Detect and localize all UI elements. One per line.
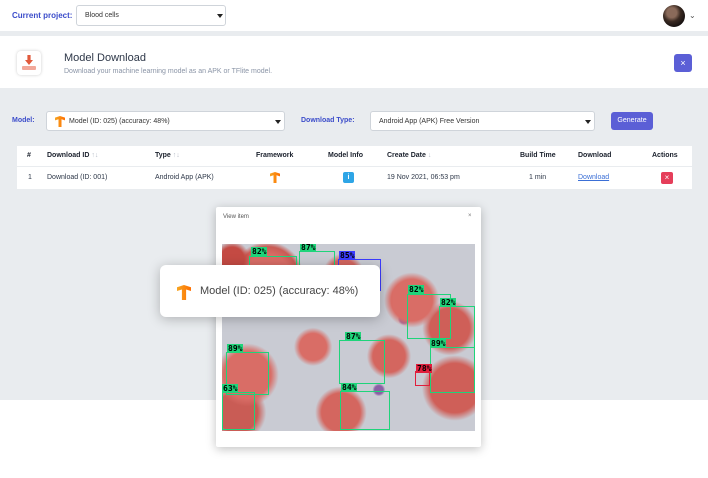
col-num: #: [27, 152, 31, 159]
download-type-label: Download Type:: [301, 117, 355, 124]
detection-label: 82%: [440, 298, 457, 307]
detection-label: 87%: [300, 244, 317, 252]
page-subtitle: Download your machine learning model as …: [64, 68, 273, 75]
col-actions: Actions: [652, 152, 678, 159]
tensorflow-icon: [270, 172, 280, 183]
detection-label: 63%: [222, 384, 239, 393]
sort-icon: ↑↓: [172, 152, 180, 159]
detection-box: [339, 340, 385, 384]
sort-desc-icon: ↓: [427, 152, 432, 159]
detection-box: [415, 371, 430, 386]
generate-button[interactable]: Generate: [611, 112, 653, 130]
col-build-time: Build Time: [520, 152, 556, 159]
model-select[interactable]: Model (ID: 025) (accuracy: 48%): [46, 111, 285, 131]
info-icon[interactable]: i: [343, 172, 354, 183]
row-num: 1: [28, 174, 32, 181]
avatar[interactable]: [663, 5, 685, 27]
chevron-down-icon: [275, 120, 281, 124]
tooltip-text: Model (ID: 025) (accuracy: 48%): [200, 285, 359, 297]
detection-label: 82%: [408, 285, 425, 294]
detection-label: 84%: [341, 383, 358, 392]
detection-label: 89%: [430, 339, 447, 348]
delete-icon[interactable]: ×: [661, 172, 673, 184]
page-title: Model Download: [64, 52, 146, 64]
detection-box: [340, 391, 390, 430]
tensorflow-icon: [177, 285, 191, 300]
table-row: 1 Download (ID: 001) Android App (APK) i…: [17, 167, 692, 189]
detection-label: 87%: [345, 332, 362, 341]
close-button[interactable]: ×: [674, 54, 692, 72]
download-icon: [17, 51, 41, 75]
detection-box: [222, 392, 255, 430]
col-model-info: Model Info: [328, 152, 363, 159]
col-download: Download: [578, 152, 612, 159]
sort-icon: ↑↓: [91, 152, 99, 159]
detection-label: 89%: [227, 344, 244, 353]
download-link[interactable]: Download: [578, 174, 609, 181]
download-type-value: Android App (APK) Free Version: [379, 118, 480, 125]
download-type-select[interactable]: Android App (APK) Free Version: [370, 111, 595, 131]
tensorflow-icon: [55, 116, 65, 127]
current-project-label: Current project:: [12, 11, 73, 20]
model-label: Model:: [12, 117, 35, 124]
table-header: # Download ID ↑↓ Type ↑↓ Framework Model…: [17, 146, 692, 166]
modal-title: View item: [223, 214, 249, 220]
row-type: Android App (APK): [155, 174, 214, 181]
chevron-down-icon[interactable]: ⌄: [689, 11, 696, 20]
row-build-time: 1 min: [529, 174, 547, 181]
project-select-value: Blood cells: [85, 12, 119, 19]
model-select-value: Model (ID: 025) (accuracy: 48%): [69, 118, 170, 125]
detection-box: [430, 347, 475, 393]
col-create-date[interactable]: Create Date ↓: [387, 152, 431, 159]
top-bar: Current project: Blood cells ⌄: [0, 0, 708, 32]
detection-label: 85%: [339, 251, 356, 260]
col-type[interactable]: Type ↑↓: [155, 152, 180, 159]
col-download-id[interactable]: Download ID ↑↓: [47, 152, 98, 159]
view-item-modal: View item × 82% 87% 85% 82% 82% 87% 89% …: [216, 207, 481, 447]
chevron-down-icon: [585, 120, 591, 124]
row-create-date: 19 Nov 2021, 06:53 pm: [387, 174, 460, 181]
project-select[interactable]: Blood cells: [76, 5, 226, 26]
model-tooltip: Model (ID: 025) (accuracy: 48%): [160, 265, 380, 317]
detection-label: 82%: [251, 247, 268, 256]
close-icon[interactable]: ×: [468, 213, 472, 219]
detection-label: 78%: [416, 364, 433, 373]
row-download-id: Download (ID: 001): [47, 174, 108, 181]
col-framework: Framework: [256, 152, 294, 159]
chevron-down-icon: [217, 14, 223, 18]
